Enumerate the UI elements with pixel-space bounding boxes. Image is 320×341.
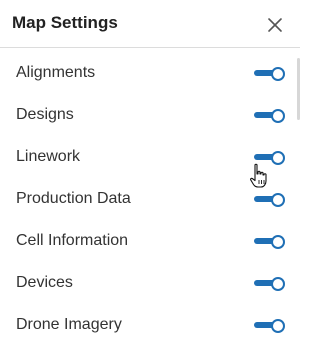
setting-row-drone-imagery: Drone Imagery [0, 304, 300, 341]
setting-row-alignments: Alignments [0, 52, 300, 94]
panel-header: Map Settings [0, 0, 300, 48]
setting-label: Alignments [16, 64, 96, 81]
toggle-knob [271, 151, 285, 165]
toggle-knob [271, 235, 285, 249]
map-settings-panel: Map Settings Alignments Designs Linework [0, 0, 300, 341]
designs-toggle[interactable] [254, 109, 285, 123]
toggle-knob [271, 109, 285, 123]
setting-label: Production Data [16, 190, 131, 207]
drone-imagery-toggle[interactable] [254, 319, 285, 333]
setting-row-designs: Designs [0, 94, 300, 136]
close-icon [268, 18, 282, 32]
setting-label: Drone Imagery [16, 316, 122, 333]
cell-information-toggle[interactable] [254, 235, 285, 249]
setting-label: Devices [16, 274, 73, 291]
toggle-knob [271, 193, 285, 207]
linework-toggle[interactable] [254, 151, 285, 165]
toggle-knob [271, 67, 285, 81]
setting-label: Linework [16, 148, 81, 165]
alignments-toggle[interactable] [254, 67, 285, 81]
settings-list: Alignments Designs Linework Production D… [0, 52, 300, 341]
close-button[interactable] [262, 12, 288, 38]
setting-row-linework: Linework [0, 136, 300, 178]
setting-label: Designs [16, 106, 74, 123]
setting-row-cell-information: Cell Information [0, 220, 300, 262]
devices-toggle[interactable] [254, 277, 285, 291]
setting-row-devices: Devices [0, 262, 300, 304]
toggle-knob [271, 319, 285, 333]
setting-label: Cell Information [16, 232, 129, 249]
toggle-knob [271, 277, 285, 291]
panel-title: Map Settings [12, 13, 118, 32]
production-data-toggle[interactable] [254, 193, 285, 207]
setting-row-production-data: Production Data [0, 178, 300, 220]
